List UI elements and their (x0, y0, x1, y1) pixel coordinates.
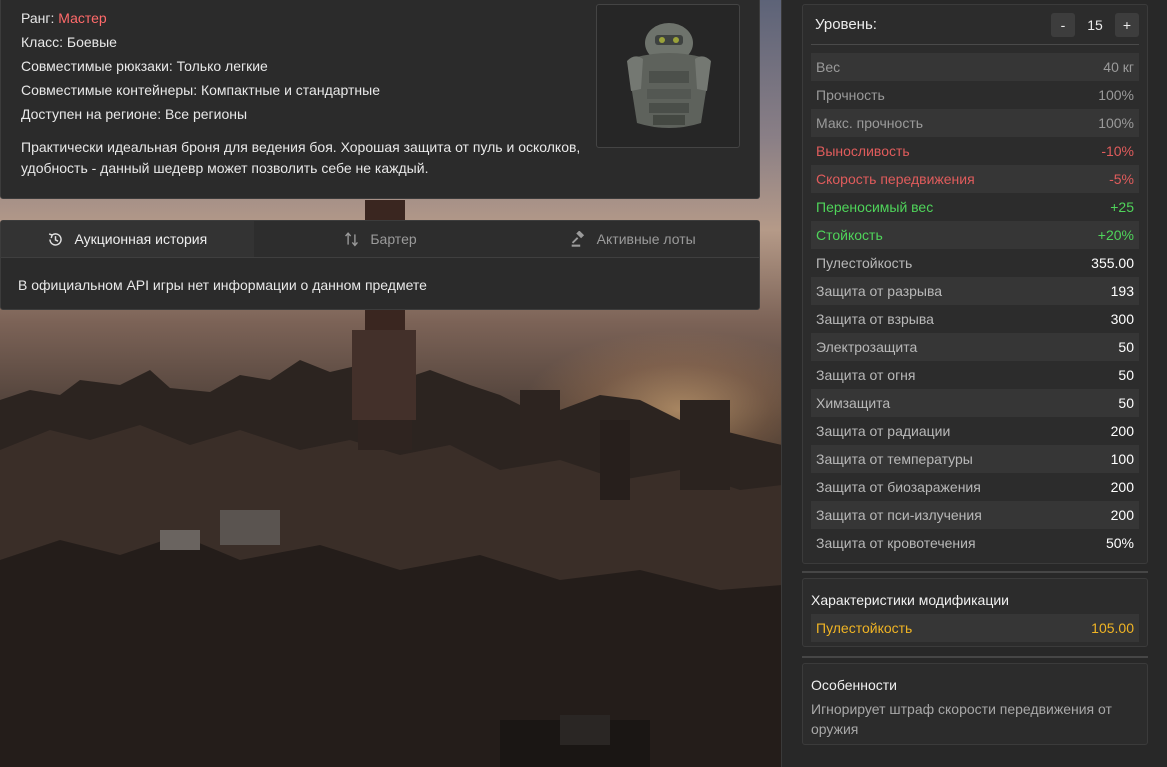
stats-panel: Уровень: - 15 + Вес 40 кг Прочность 100% Мак… (781, 0, 1167, 767)
level-label: Уровень: (815, 16, 877, 33)
stat-row: Прочность 100% (811, 81, 1139, 109)
stat-row: Защита от радиации 200 (811, 417, 1139, 445)
tab-content-message: В официальном API игры нет информации о … (18, 277, 427, 293)
stat-value: 355.00 (1091, 255, 1134, 271)
stat-name: Защита от температуры (816, 451, 973, 467)
stat-name: Выносливость (816, 143, 910, 159)
features-text: Игнорирует штраф скорости передвижения о… (811, 701, 1112, 737)
region-line: Доступен на регионе: Все регионы (21, 106, 248, 122)
item-description: Практически идеальная броня для ведения … (21, 139, 581, 176)
stat-row: Защита от пси-излучения 200 (811, 501, 1139, 529)
tab-auction-history-label: Аукционная история (74, 231, 208, 247)
tabs-card: Аукционная история Бартер Активные лоты … (0, 220, 760, 310)
stat-value: 50% (1105, 535, 1134, 551)
tab-auction-history[interactable]: Аукционная история (1, 221, 254, 257)
stat-row: Защита от температуры 100 (811, 445, 1139, 473)
tab-barter[interactable]: Бартер (253, 221, 507, 257)
level-decrease-button[interactable]: - (1051, 12, 1075, 37)
stats-box: Уровень: - 15 + Вес 40 кг Прочность 100% Мак… (802, 4, 1148, 564)
features-box: Особенности Игнорирует штраф скорости пе… (802, 663, 1148, 745)
stat-name: Прочность (816, 87, 885, 103)
stat-row: Пулестойкость 355.00 (811, 249, 1139, 277)
stat-row: Защита от биозаражения 200 (811, 473, 1139, 501)
stat-row: Защита от взрыва 300 (811, 305, 1139, 333)
stat-name: Макс. прочность (816, 115, 924, 131)
stat-value: +25 (1110, 199, 1134, 215)
stat-row: Вес 40 кг (811, 53, 1139, 81)
stat-name: Химзащита (816, 395, 891, 411)
stat-name: Скорость передвижения (816, 171, 975, 187)
stat-name: Защита от взрыва (816, 311, 934, 327)
modification-title: Характеристики модификации (811, 592, 1010, 608)
backpacks-line: Совместимые рюкзаки: Только легкие (21, 58, 268, 74)
divider (802, 656, 1148, 658)
tab-active-lots-label: Активные лоты (596, 231, 696, 247)
stat-value: 50 (1118, 367, 1134, 383)
stat-value: +20% (1097, 227, 1134, 243)
stat-row: Защита от кровотечения 50% (811, 529, 1139, 557)
stat-name: Пулестойкость (816, 255, 913, 271)
level-value: 15 (1087, 16, 1103, 33)
stat-row: Макс. прочность 100% (811, 109, 1139, 137)
gavel-icon (571, 230, 584, 247)
rank-value: Мастер (58, 10, 107, 26)
stat-name: Защита от разрыва (816, 283, 943, 299)
divider (802, 571, 1148, 573)
stat-name: Защита от пси-излучения (816, 507, 982, 523)
class-line: Класс: Боевые (21, 34, 117, 50)
stat-name: Стойкость (816, 227, 883, 243)
stat-name: Защита от огня (816, 367, 916, 383)
tab-bar: Аукционная история Бартер Активные лоты (1, 221, 760, 258)
rank-label: Ранг: (21, 10, 55, 26)
features-title: Особенности (811, 677, 897, 693)
armor-icon (627, 23, 711, 128)
armor-image (596, 4, 740, 148)
stat-name: Электрозащита (816, 339, 918, 355)
stat-list: Вес 40 кг Прочность 100% Макс. прочность 100%… (811, 53, 1139, 557)
stat-value: 100 (1110, 451, 1134, 467)
stat-value: 193 (1110, 283, 1134, 299)
stat-value: 200 (1110, 423, 1134, 439)
item-info-card: Ранг: Мастер Класс: Боевые Совместимые р… (0, 0, 760, 199)
modification-stat-row: Пулестойкость 105.00 (811, 614, 1139, 642)
stat-row: Выносливость -10% (811, 137, 1139, 165)
stat-row: Электрозащита 50 (811, 333, 1139, 361)
stat-value: 200 (1110, 479, 1134, 495)
modification-stat-value: 105.00 (1091, 620, 1134, 636)
stat-value: 100% (1098, 87, 1134, 103)
stat-value: 50 (1118, 339, 1134, 355)
stat-value: 100% (1098, 115, 1134, 131)
level-increase-button[interactable]: + (1115, 12, 1139, 37)
stat-row: Защита от разрыва 193 (811, 277, 1139, 305)
stat-name: Вес (816, 59, 841, 75)
modification-box: Характеристики модификации Пулестойкость… (802, 578, 1148, 647)
stat-value: -5% (1109, 171, 1134, 187)
containers-line: Совместимые контейнеры: Компактные и ста… (21, 82, 380, 98)
level-row: Уровень: - 15 + (811, 5, 1139, 45)
stat-value: 300 (1110, 311, 1134, 327)
swap-arrows-icon (345, 231, 359, 246)
stat-row: Защита от огня 50 (811, 361, 1139, 389)
stat-row: Химзащита 50 (811, 389, 1139, 417)
tab-barter-label: Бартер (370, 231, 417, 247)
stat-value: 50 (1118, 395, 1134, 411)
history-icon (49, 232, 63, 246)
stat-value: -10% (1101, 143, 1134, 159)
stat-value: 40 кг (1103, 59, 1134, 75)
rank-line: Ранг: Мастер (21, 10, 107, 26)
stat-row: Скорость передвижения -5% (811, 165, 1139, 193)
modification-stat-name: Пулестойкость (816, 620, 913, 636)
stat-name: Защита от кровотечения (816, 535, 976, 551)
tab-active-lots[interactable]: Активные лоты (506, 221, 760, 257)
stat-name: Защита от биозаражения (816, 479, 981, 495)
stat-row: Переносимый вес +25 (811, 193, 1139, 221)
stat-name: Переносимый вес (816, 199, 934, 215)
stat-name: Защита от радиации (816, 423, 951, 439)
stat-value: 200 (1110, 507, 1134, 523)
stat-row: Стойкость +20% (811, 221, 1139, 249)
